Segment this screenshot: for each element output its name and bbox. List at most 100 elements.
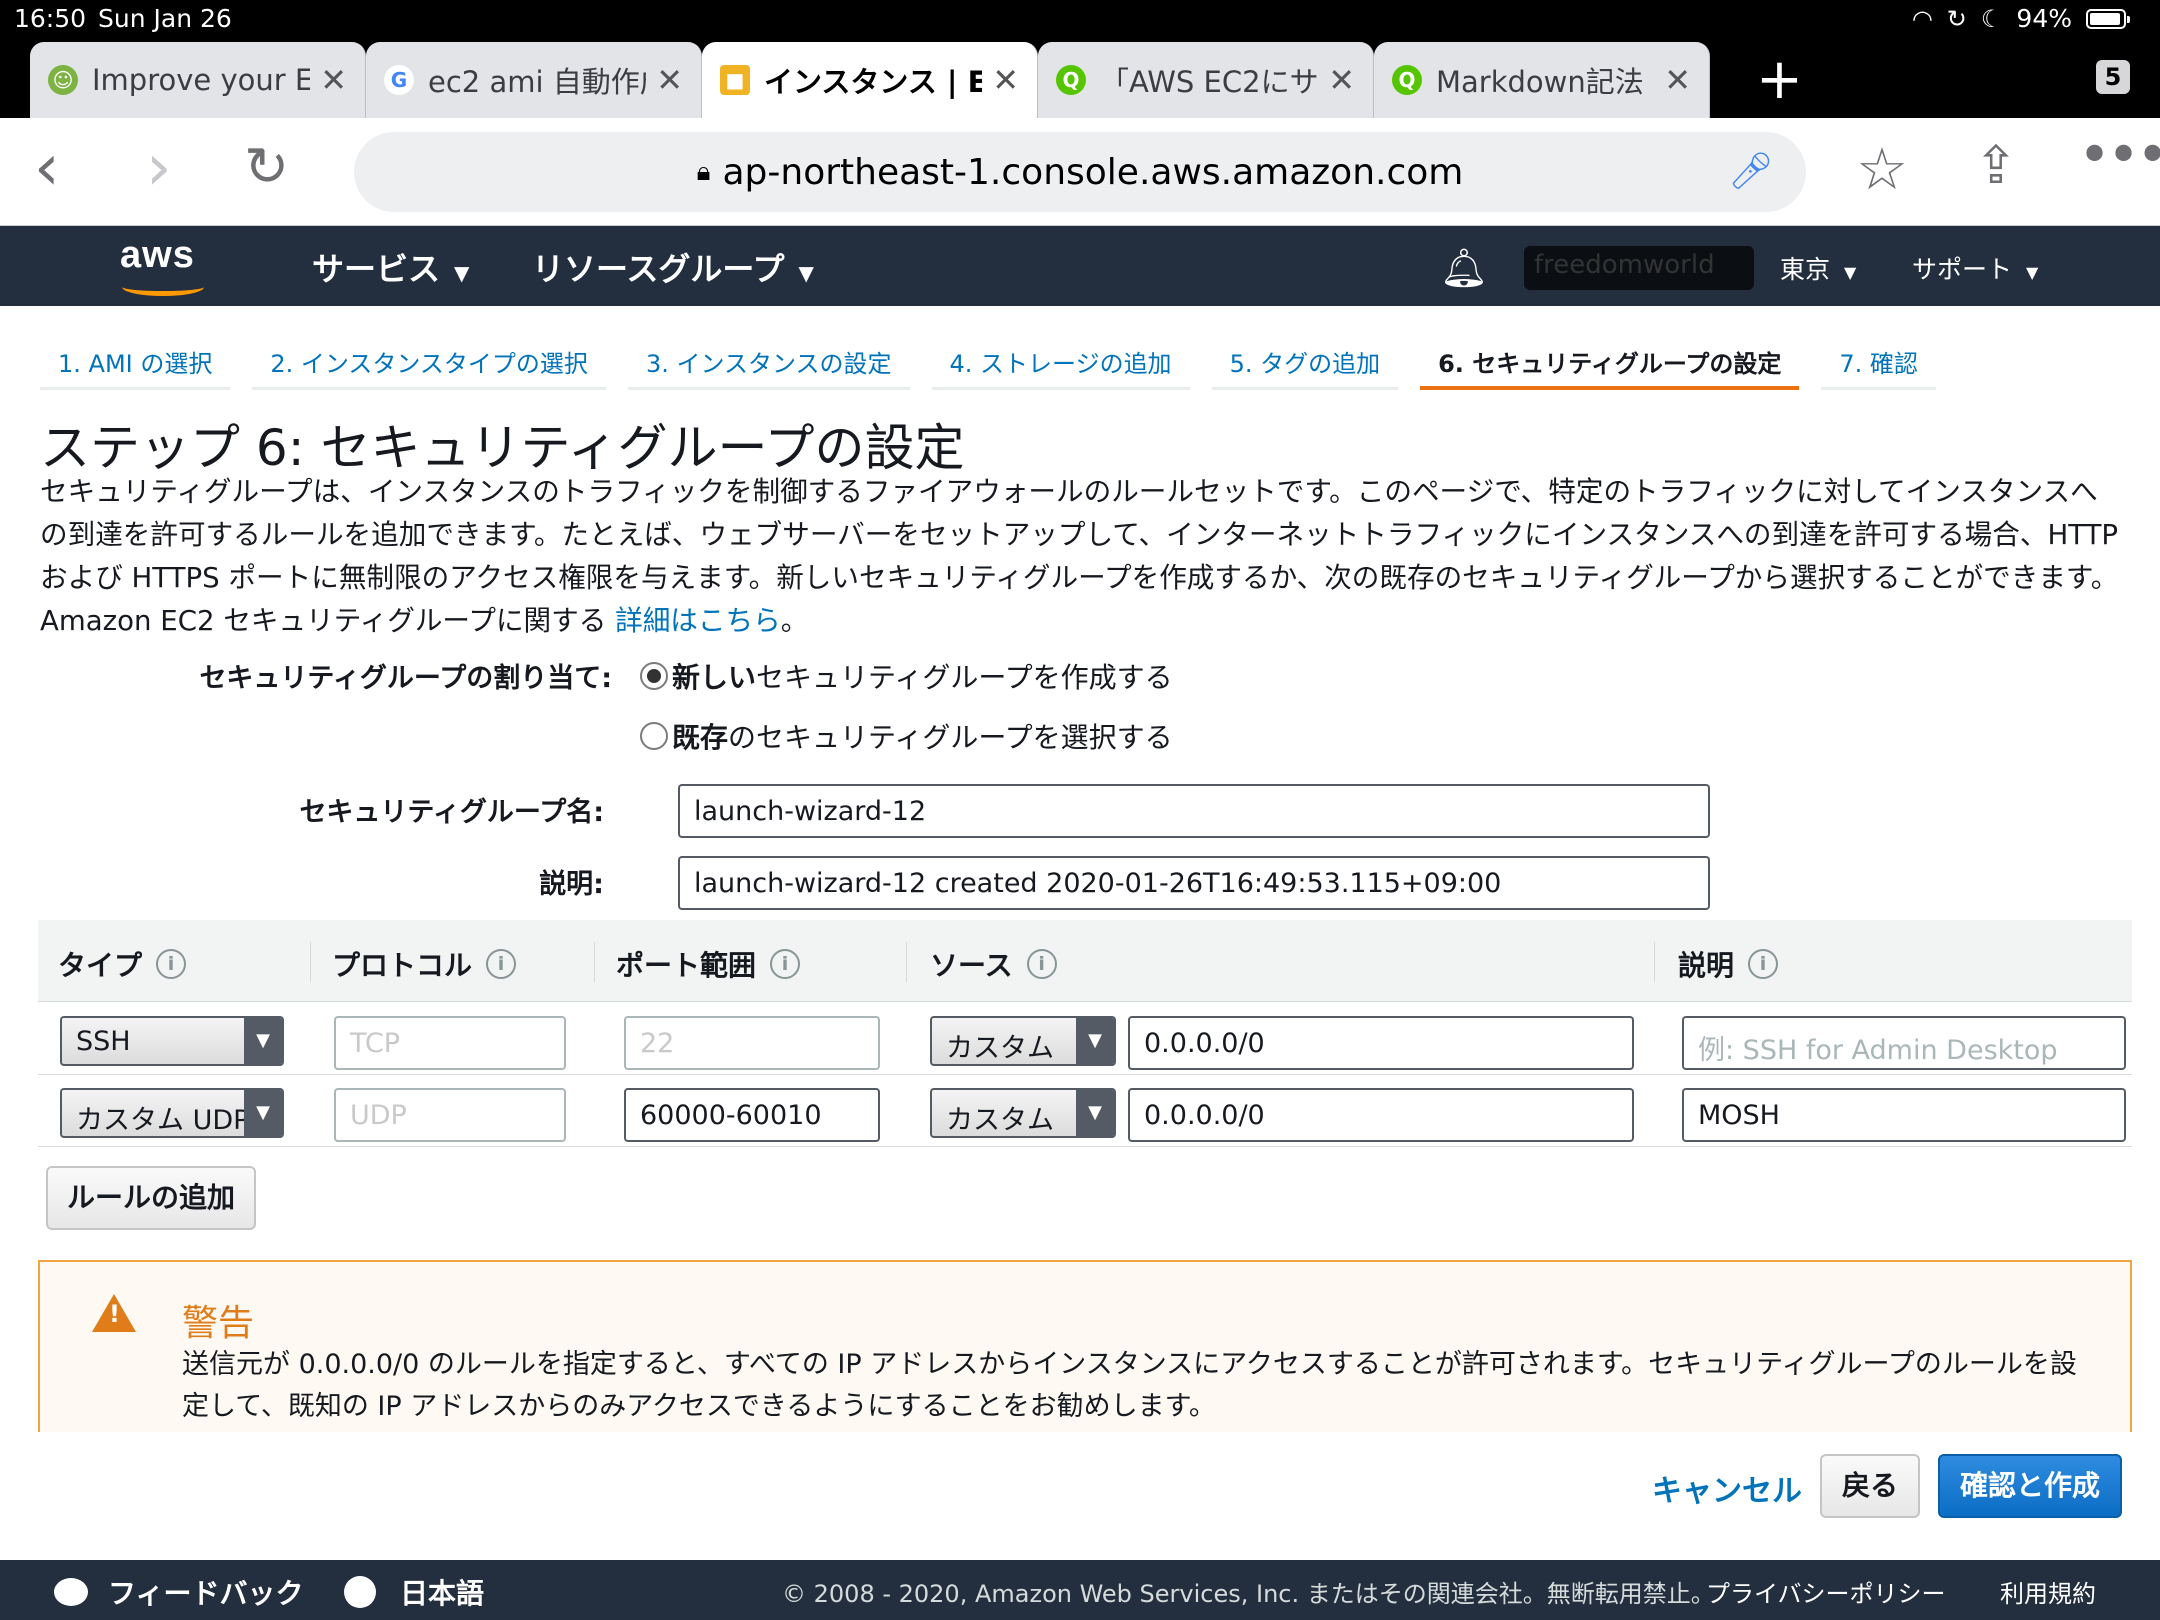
rule-protocol-input: UDP [334, 1088, 566, 1142]
browser-top-bar: 16:50 Sun Jan 26 ◠ ↻ ☾ 94% ☺ Improve you… [0, 0, 2160, 118]
warning-title: 警告 [182, 1303, 255, 1344]
learn-more-link[interactable]: 詳細はこちら [615, 604, 781, 637]
th-port-label: ポート範囲 [616, 949, 757, 982]
back-button[interactable]: 戻る [1820, 1454, 1920, 1518]
browser-tab-2[interactable]: G ec2 ami 自動作成 ✕ [366, 42, 702, 118]
rule-source-select[interactable]: カスタム ▼ [930, 1088, 1116, 1138]
close-tab-icon[interactable]: ✕ [992, 61, 1019, 99]
support-menu[interactable]: サポート ▼ [1912, 250, 2038, 286]
wizard-steps: 1. AMI の選択 2. インスタンスタイプの選択 3. インスタンスの設定 … [40, 334, 1958, 390]
step-review[interactable]: 7. 確認 [1821, 334, 1936, 390]
console-footer: フィードバック 日本語 © 2008 - 2020, Amazon Web Se… [0, 1560, 2160, 1620]
dropdown-arrow-icon: ▼ [1076, 1090, 1114, 1136]
bookmark-star-icon[interactable]: ☆ [1856, 140, 1908, 198]
th-protocol-label: プロトコル [332, 949, 473, 982]
assign-label: セキュリティグループの割り当て: [199, 663, 612, 694]
rule-port-input[interactable]: 60000-60010 [624, 1088, 880, 1142]
group-desc-input[interactable]: launch-wizard-12 created 2020-01-26T16:4… [678, 856, 1710, 910]
th-description: 説明 i [1678, 944, 1779, 984]
aws-logo[interactable]: aws [120, 234, 210, 298]
group-name-label: セキュリティグループ名: [299, 797, 604, 828]
th-desc-label: 説明 [1678, 949, 1735, 982]
rule-source-value: カスタム [946, 1033, 1054, 1064]
forward-chevron-icon[interactable]: › [146, 136, 172, 200]
tab-title: Markdown記法 [1436, 65, 1644, 99]
add-rule-button[interactable]: ルールの追加 [46, 1166, 256, 1230]
rule-cidr-input[interactable]: 0.0.0.0/0 [1128, 1088, 1634, 1142]
rule-type-select[interactable]: SSH ▼ [60, 1016, 284, 1066]
share-icon[interactable]: ⇪ [1974, 138, 2018, 194]
rule-source-select[interactable]: カスタム ▼ [930, 1016, 1116, 1066]
status-bar: 16:50 Sun Jan 26 ◠ ↻ ☾ 94% [0, 0, 2160, 40]
rule-type-value: SSH [76, 1026, 131, 1057]
browser-tab-5[interactable]: Q Markdown記法 ✕ [1374, 42, 1710, 118]
reload-icon[interactable]: ↻ [244, 140, 289, 194]
bell-icon[interactable]: 🔔︎ [1440, 246, 1488, 291]
step-ami[interactable]: 1. AMI の選択 [40, 334, 231, 390]
services-menu[interactable]: サービス ▼ [312, 244, 469, 290]
aws-smile-icon [122, 278, 204, 296]
tab-title: ec2 ami 自動作成 [428, 65, 647, 99]
browser-tab-4[interactable]: Q 「AWS EC2にサ ✕ [1038, 42, 1374, 118]
language-selector[interactable]: 日本語 [344, 1572, 484, 1612]
aws-box-favicon-icon: ■ [720, 65, 750, 95]
dropdown-arrow-icon: ▼ [244, 1018, 282, 1064]
description-end: 。 [780, 604, 809, 637]
battery-percent: 94% [2016, 4, 2072, 33]
resource-groups-menu[interactable]: リソースグループ ▼ [532, 244, 814, 290]
info-icon[interactable]: i [1748, 949, 1779, 979]
step-tags[interactable]: 5. タグの追加 [1211, 334, 1399, 390]
address-bar[interactable]: 🔒︎ ap-northeast-1.console.aws.amazon.com… [354, 132, 1806, 212]
terms-link[interactable]: 利用規約 [2000, 1574, 2096, 1609]
cancel-link[interactable]: キャンセル [1652, 1466, 1802, 1510]
feedback-link[interactable]: フィードバック [54, 1572, 303, 1612]
info-icon[interactable]: i [770, 949, 801, 979]
microphone-icon[interactable]: 🎤︎ [1728, 150, 1774, 192]
status-date: Sun Jan 26 [98, 4, 232, 33]
rule-description-input[interactable]: MOSH [1682, 1088, 2126, 1142]
radio-existing-group[interactable]: 既存 のセキュリティグループを選択する [640, 716, 1173, 756]
close-tab-icon[interactable]: ✕ [320, 61, 347, 99]
qiita-favicon-icon: Q [1392, 65, 1422, 95]
radio-button-checked[interactable] [640, 662, 668, 690]
back-chevron-icon[interactable]: ‹ [34, 136, 60, 200]
status-right: ◠ ↻ ☾ 94% [1911, 4, 2130, 33]
close-tab-icon[interactable]: ✕ [1328, 61, 1355, 99]
th-source-label: ソース [930, 949, 1013, 982]
step-instance-type[interactable]: 2. インスタンスタイプの選択 [252, 334, 606, 390]
radio-button[interactable] [640, 722, 668, 750]
th-type: タイプ i [58, 944, 187, 984]
region-label: 東京 [1780, 255, 1831, 284]
step-instance-config[interactable]: 3. インスタンスの設定 [627, 334, 910, 390]
review-and-launch-button[interactable]: 確認と作成 [1938, 1454, 2122, 1518]
browser-tab-3[interactable]: ■ インスタンス | EC ✕ [702, 42, 1038, 118]
tab-strip: ☺ Improve your En ✕ G ec2 ami 自動作成 ✕ ■ イ… [30, 42, 1710, 118]
account-menu[interactable]: freedomworld [1524, 246, 1754, 290]
browser-tab-1[interactable]: ☺ Improve your En ✕ [30, 42, 366, 118]
lock-icon: 🔒︎ [696, 156, 711, 187]
close-tab-icon[interactable]: ✕ [656, 61, 683, 99]
globe-icon [344, 1576, 376, 1608]
group-name-input[interactable]: launch-wizard-12 [678, 784, 1710, 838]
row-divider [38, 1074, 2132, 1075]
tab-title: Improve your En [92, 63, 311, 97]
column-divider [594, 942, 595, 982]
wifi-icon: ◠ [1911, 4, 1933, 33]
region-menu[interactable]: 東京 ▼ [1780, 250, 1856, 286]
more-dots-icon[interactable]: ••• [2078, 128, 2160, 184]
info-icon[interactable]: i [486, 949, 517, 979]
info-icon[interactable]: i [1026, 949, 1057, 979]
info-icon[interactable]: i [156, 949, 187, 979]
radio-new-group[interactable]: 新しい セキュリティグループを作成する [640, 656, 1173, 696]
dropdown-arrow-icon: ▼ [244, 1090, 282, 1136]
privacy-policy-link[interactable]: プライバシーポリシー [1706, 1574, 1946, 1609]
rule-type-select[interactable]: カスタム UDP ▼ [60, 1088, 284, 1138]
rule-description-input[interactable]: 例: SSH for Admin Desktop [1682, 1016, 2126, 1070]
step-security-group[interactable]: 6. セキュリティグループの設定 [1420, 334, 1800, 390]
tab-count-badge[interactable]: 5 [2096, 60, 2130, 94]
rule-cidr-input[interactable]: 0.0.0.0/0 [1128, 1016, 1634, 1070]
new-tab-plus-icon[interactable]: + [1756, 52, 1803, 108]
step-storage[interactable]: 4. ストレージの追加 [931, 334, 1190, 390]
close-tab-icon[interactable]: ✕ [1664, 61, 1691, 99]
aws-navbar: aws サービス ▼ リソースグループ ▼ 🔔︎ freedomworld 東京 ▼ … [0, 226, 2160, 306]
